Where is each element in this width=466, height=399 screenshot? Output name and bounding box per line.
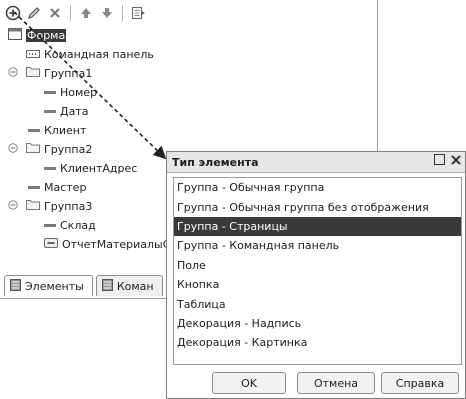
list-item[interactable]: Поле xyxy=(174,256,461,275)
dialog-title-bar: Тип элемента xyxy=(167,152,465,173)
ok-button[interactable]: OK xyxy=(212,372,286,394)
list-item[interactable]: Таблица xyxy=(174,294,461,313)
cancel-button[interactable]: Отмена xyxy=(297,372,375,394)
element-type-dialog: Тип элемента Группа - Обычная группа Гру… xyxy=(166,151,466,399)
list-item[interactable]: Группа - Командная панель xyxy=(174,236,461,255)
list-item-selected[interactable]: Группа - Страницы xyxy=(174,216,461,237)
list-item[interactable]: Декорация - Надпись xyxy=(174,314,461,333)
list-item[interactable]: Группа - Обычная группа xyxy=(174,178,461,197)
element-type-list: Группа - Обычная группа Группа - Обычная… xyxy=(173,177,462,365)
list-item[interactable]: Группа - Обычная группа без отображения xyxy=(174,197,461,216)
maximize-icon[interactable] xyxy=(434,154,445,168)
close-icon[interactable] xyxy=(451,154,461,168)
list-item[interactable]: Кнопка xyxy=(174,275,461,294)
list-item[interactable]: Декорация - Картинка xyxy=(174,333,461,352)
dialog-buttons: OK Отмена Справка xyxy=(167,372,465,396)
dialog-title: Тип элемента xyxy=(172,155,259,169)
help-button[interactable]: Справка xyxy=(381,372,459,394)
